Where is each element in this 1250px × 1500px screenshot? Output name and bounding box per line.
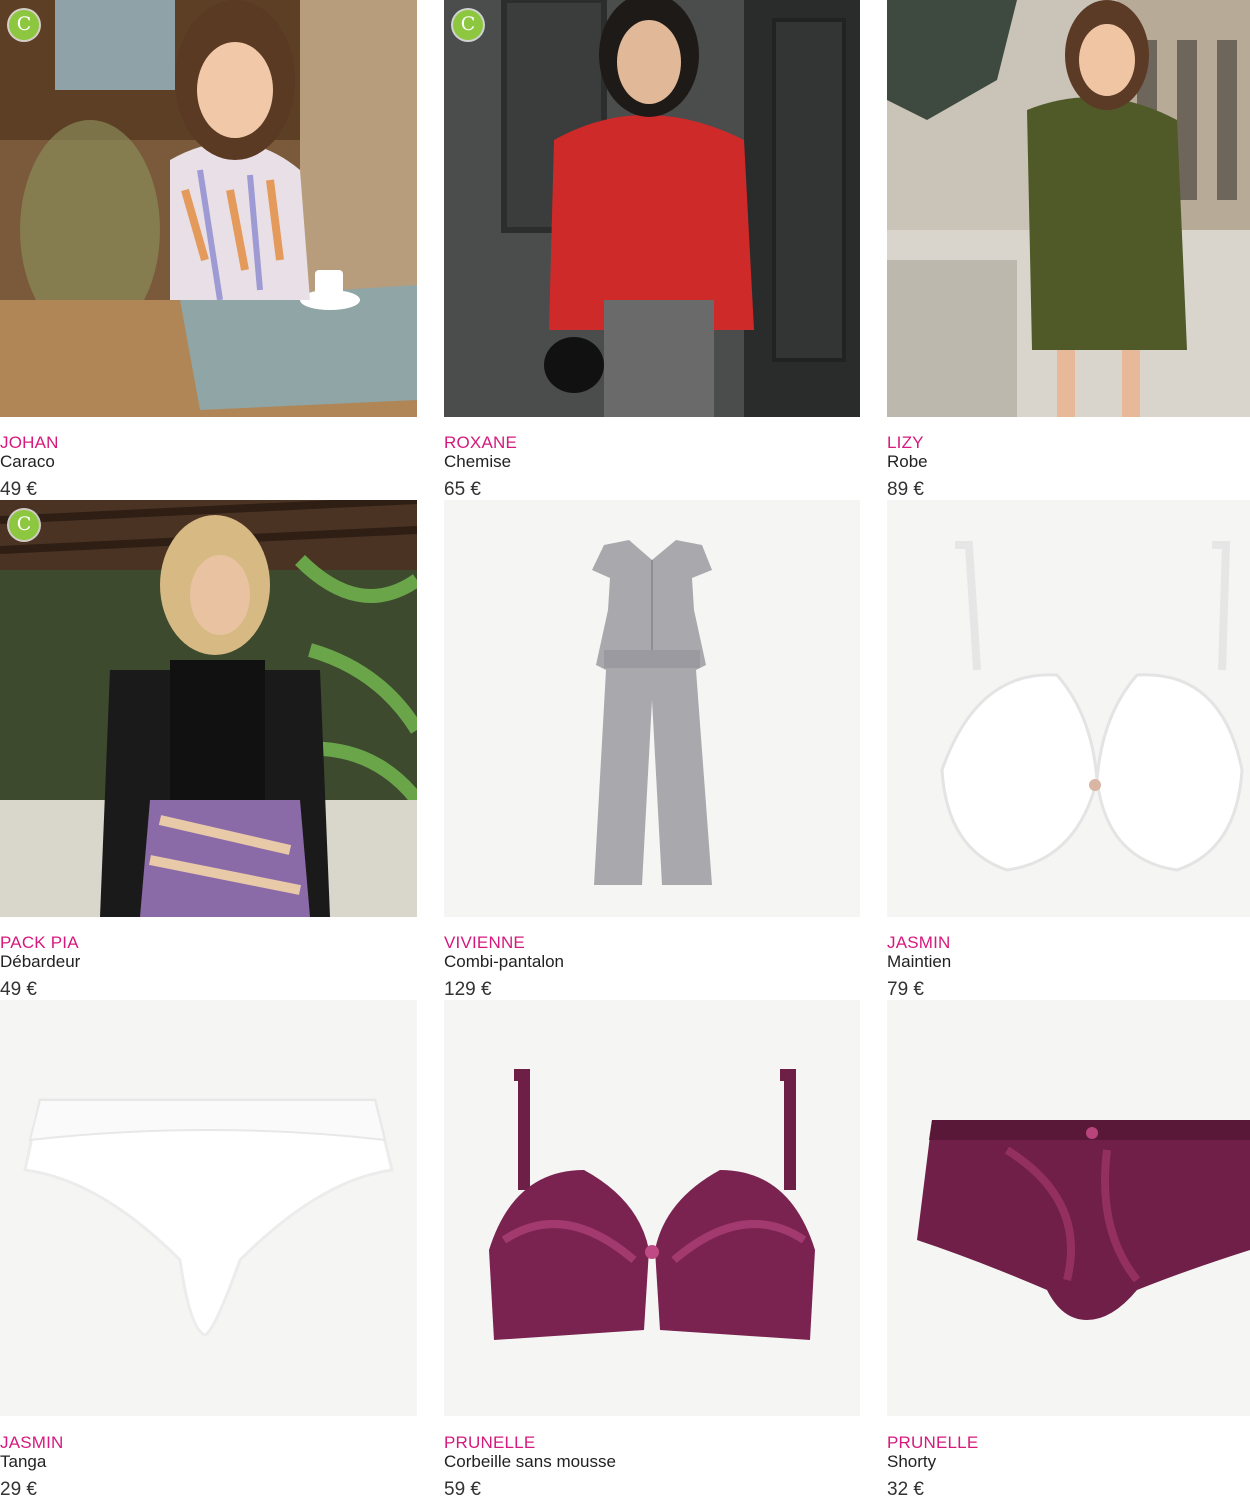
product-info: JASMIN Maintien 79 € (887, 933, 1250, 1000)
product-brand[interactable]: PRUNELLE (444, 1433, 860, 1452)
product-info: JOHAN Caraco 49 € (0, 433, 417, 500)
product-type[interactable]: Caraco (0, 452, 417, 471)
product-type[interactable]: Maintien (887, 952, 1250, 971)
product-card-pack-pia[interactable]: C PACK PIA Débardeur 49 € (0, 500, 417, 1000)
product-image[interactable] (444, 500, 860, 917)
product-type[interactable]: Chemise (444, 452, 860, 471)
product-image[interactable] (887, 0, 1250, 417)
product-brand[interactable]: VIVIENNE (444, 933, 860, 952)
product-brand[interactable]: LIZY (887, 433, 1250, 452)
product-type[interactable]: Combi-pantalon (444, 952, 860, 971)
product-image[interactable] (887, 1000, 1250, 1416)
product-type[interactable]: Robe (887, 452, 1250, 471)
eco-badge-icon: C (453, 10, 483, 40)
product-card-prunelle-corbeille[interactable]: PRUNELLE Corbeille sans mousse 59 € (444, 1000, 860, 1500)
product-price: 79 € (887, 979, 924, 1000)
eco-badge-icon: C (9, 510, 39, 540)
product-card-jasmin-maintien[interactable]: JASMIN Maintien 79 € (887, 500, 1250, 1000)
product-price: 49 € (0, 479, 37, 500)
product-brand[interactable]: PACK PIA (0, 933, 417, 952)
product-price: 29 € (0, 1479, 37, 1500)
product-brand[interactable]: JOHAN (0, 433, 417, 452)
product-type[interactable]: Corbeille sans mousse (444, 1452, 860, 1471)
product-info: PACK PIA Débardeur 49 € (0, 933, 417, 1000)
product-image[interactable] (444, 0, 860, 417)
product-price: 89 € (887, 479, 924, 500)
product-price: 65 € (444, 479, 481, 500)
product-info: PRUNELLE Shorty 32 € (887, 1433, 1250, 1500)
product-image[interactable] (0, 500, 417, 917)
product-info: LIZY Robe 89 € (887, 433, 1250, 500)
product-type[interactable]: Tanga (0, 1452, 417, 1471)
product-brand[interactable]: PRUNELLE (887, 1433, 1250, 1452)
product-card-johan[interactable]: C JOHAN Caraco 49 € (0, 0, 417, 500)
product-card-jasmin-tanga[interactable]: JASMIN Tanga 29 € (0, 1000, 417, 1500)
product-image[interactable] (887, 500, 1250, 917)
product-brand[interactable]: ROXANE (444, 433, 860, 452)
product-type[interactable]: Shorty (887, 1452, 1250, 1471)
product-brand[interactable]: JASMIN (887, 933, 1250, 952)
product-price: 59 € (444, 1479, 481, 1500)
product-card-roxane[interactable]: C ROXANE Chemise 65 € (444, 0, 860, 500)
product-image[interactable] (0, 1000, 417, 1416)
product-info: JASMIN Tanga 29 € (0, 1433, 417, 1500)
product-card-prunelle-shorty[interactable]: PRUNELLE Shorty 32 € (887, 1000, 1250, 1500)
product-price: 129 € (444, 979, 492, 1000)
product-info: PRUNELLE Corbeille sans mousse 59 € (444, 1433, 860, 1500)
eco-badge-icon: C (9, 10, 39, 40)
product-image[interactable] (0, 0, 417, 417)
product-card-vivienne[interactable]: VIVIENNE Combi-pantalon 129 € (444, 500, 860, 1000)
product-grid: C JOHAN Caraco 49 € C ROXANE Chemise 65 … (0, 0, 1250, 1500)
product-image[interactable] (444, 1000, 860, 1416)
product-price: 49 € (0, 979, 37, 1000)
product-price: 32 € (887, 1479, 924, 1500)
product-info: ROXANE Chemise 65 € (444, 433, 860, 500)
product-brand[interactable]: JASMIN (0, 1433, 417, 1452)
product-info: VIVIENNE Combi-pantalon 129 € (444, 933, 860, 1000)
product-card-lizy[interactable]: LIZY Robe 89 € (887, 0, 1250, 500)
product-type[interactable]: Débardeur (0, 952, 417, 971)
